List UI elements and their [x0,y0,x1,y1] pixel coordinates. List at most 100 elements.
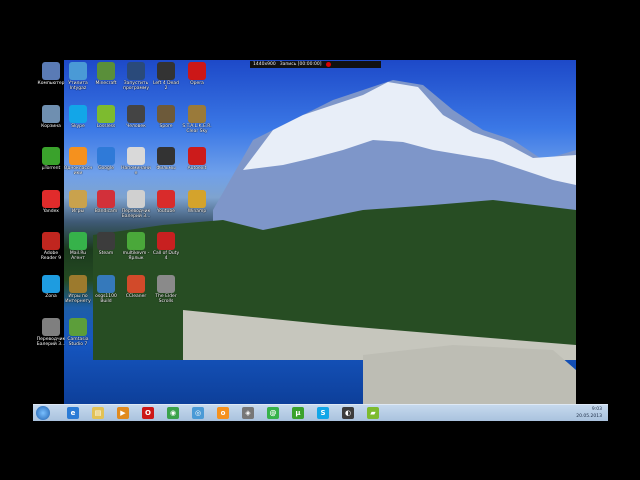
recording-bar[interactable]: 1440x900 Запись [00:00:00] [250,61,381,68]
explorer-icon[interactable]: ▤ [92,407,104,419]
utorrent-icon [42,147,60,165]
desktop-icon[interactable]: Запустить программу [121,62,151,91]
desktop-icon[interactable]: Youtube [151,190,181,214]
desktop-icon-label: Напоминание [121,166,151,176]
desktop-icon[interactable]: osgs1100 Build [91,275,121,304]
ie-icon[interactable]: e [67,407,79,419]
record-icon[interactable] [325,62,331,67]
desktop-icon[interactable]: Yandex [36,190,66,214]
internet-games-icon [69,275,87,293]
minecraft-icon [97,62,115,80]
browser-icon[interactable]: ◎ [192,407,204,419]
desktop-icon-label: Игры по Интернету [65,294,91,304]
desktop-icon-label: Игры [71,209,85,214]
desktop-icon-label: Adobe Reader 9 [40,251,62,261]
desktop-icon[interactable]: Skype [63,105,93,129]
desktop-icon[interactable]: Bandicam [91,190,121,214]
desktop-icon[interactable]: Winamp [182,190,212,214]
desktop-icon[interactable]: Adobe Reader 9 [36,232,66,261]
desktop-icon[interactable]: Фильмы [151,147,181,171]
google-icon [97,147,115,165]
desktop-icon[interactable]: Call of Duty 4 [151,232,181,261]
desktop-icon[interactable]: multikevm - Ярлык [121,232,151,261]
desktop-icon[interactable]: Camtasia Studio 7 [63,318,93,347]
desktop-icon[interactable]: Spore [151,105,181,129]
spore-icon [157,105,175,123]
desktop-icon[interactable]: Steam [91,232,121,256]
desktop-icon[interactable]: Одноклассники [63,147,93,176]
system-tray[interactable]: 9:03 20.05.2013 [542,406,602,420]
recording-status: Запись [00:00:00] [279,62,322,67]
desktop-icon-label: Steam [98,251,114,256]
lossless-icon [97,105,115,123]
desktop-icon[interactable]: Left 4 Dead 2 [151,62,181,91]
desktop-icon-label: Переводчик Балерий 3... [36,337,66,347]
desktop-icon[interactable]: Корзина [36,105,66,129]
camtasia-icon [69,318,87,336]
desktop-icon[interactable]: S.T.A.L.K.E.R. Clear Sky [182,105,212,134]
odnoklassniki-icon[interactable]: о [217,407,229,419]
desktop-icon-label: Фильмы [156,166,176,171]
desktop-icon-label: Yandex [43,209,59,214]
chrome-icon[interactable]: ◉ [167,407,179,419]
steam-icon[interactable]: ◐ [342,407,354,419]
desktop-icon-label: Minecraft [95,81,117,86]
utorrent-icon[interactable]: µ [292,407,304,419]
person-icon [127,105,145,123]
tree-icon [127,232,145,250]
desktop-icon[interactable]: CCleaner [121,275,151,299]
desktop-icon[interactable]: The Elder Scrolls [151,275,181,304]
desktop-icon[interactable]: Opera [182,62,212,86]
desktop-icon[interactable]: Человек [121,105,151,129]
desktop-icon[interactable]: μTorrent [36,147,66,171]
desktop-icon[interactable]: Переводчик Балерий 3... [121,190,151,219]
desktop-icon-label: Skype [71,124,85,129]
skyrim-icon [157,275,175,293]
desktop-icon[interactable]: Zona [36,275,66,299]
desktop-icon-label: Lossless [96,124,116,129]
desktop-icon-label: Youtube [157,209,175,214]
youtube-icon [157,190,175,208]
desktop-icon[interactable]: Переводчик Балерий 3... [36,318,66,347]
desktop-icon-label: Корзина [41,124,61,129]
start-button[interactable] [36,406,50,420]
skype-icon [69,105,87,123]
media-player-icon[interactable]: ▶ [117,407,129,419]
translator-icon [127,190,145,208]
desktop-icon[interactable]: Minecraft [91,62,121,86]
films-icon [157,147,175,165]
opera-icon[interactable]: O [142,407,154,419]
recycle-bin-icon [42,105,60,123]
adobe-reader-icon [42,232,60,250]
desktop-icon[interactable]: Lossless [91,105,121,129]
bandicam-icon [97,190,115,208]
desktop-icon-label: Человек [126,124,146,129]
media-icon[interactable]: ◈ [242,407,254,419]
desktop-icon[interactable]: Игры [63,190,93,214]
skype-icon[interactable]: S [317,407,329,419]
desktop-icon-label: Call of Duty 4 [152,251,180,261]
desktop-icon[interactable]: Google [91,147,121,171]
desktop-icon[interactable]: Компьютер [36,62,66,86]
taskbar: e ▤ ▶ O ◉ ◎ о ◈ @ µ S ◐ ▰ 9:03 20.05.2013 [33,404,608,421]
stalker-icon [188,105,206,123]
tray-date: 20.05.2013 [576,414,602,419]
left4dead-icon [157,62,175,80]
mail-agent-icon[interactable]: @ [267,407,279,419]
desktop-icon-label: Bandicam [94,209,118,214]
desktop-icon-label: Camtasia Studio 7 [67,337,89,347]
desktop-icon-label: Утилита Intygaz [68,81,88,91]
run-program-icon [127,62,145,80]
desktop-icon-label: Winamp [187,209,207,214]
globe-icon [97,275,115,293]
desktop-icon[interactable]: Mail.Ru Агент [63,232,93,261]
lossless-icon[interactable]: ▰ [367,407,379,419]
desktop-icon-label: Одноклассники [63,166,93,176]
desktop-icon[interactable]: Игры по Интернету [63,275,93,304]
desktop-icon-label: osgs1100 Build [95,294,117,304]
desktop-icon[interactable]: Autoexit [182,147,212,171]
search-icon [69,62,87,80]
desktop-icon-label: Spore [159,124,173,129]
desktop-icon[interactable]: Напоминание [121,147,151,176]
desktop-icon[interactable]: Утилита Intygaz [63,62,93,91]
